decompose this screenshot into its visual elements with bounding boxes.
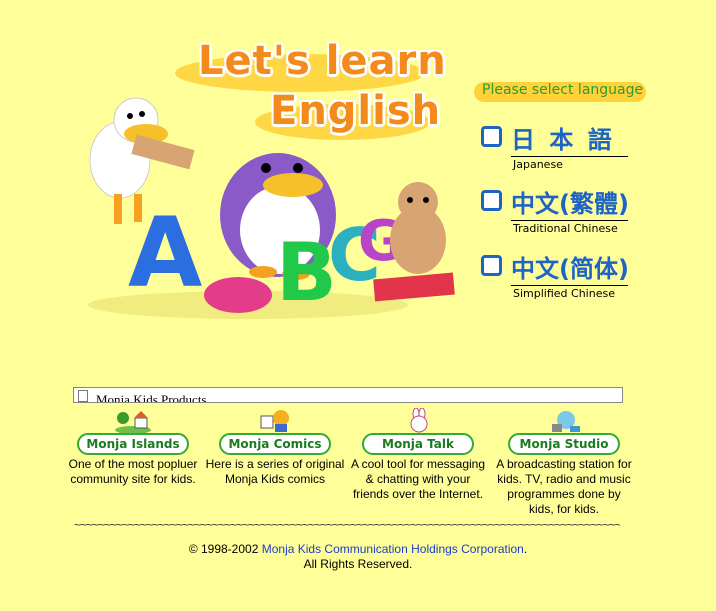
language-prompt: Please select language bbox=[482, 82, 644, 98]
svg-text:A: A bbox=[128, 197, 202, 309]
products-section-bar: Monja Kids Products bbox=[73, 387, 623, 403]
language-native-label[interactable]: 中文(简体) bbox=[511, 249, 629, 284]
company-link[interactable]: Monja Kids Communication Holdings Corpor… bbox=[262, 542, 524, 556]
document-icon bbox=[78, 390, 88, 402]
checkbox-icon[interactable] bbox=[481, 190, 502, 211]
product-name-pill[interactable]: Monja Islands bbox=[77, 433, 189, 455]
product-name-pill[interactable]: Monja Comics bbox=[219, 433, 331, 455]
copyright-text: © 1998-2002 bbox=[188, 542, 262, 556]
tilde-divider: ~~~~~~~~~~~~~~~~~~~~~~~~~~~~~~~~~~~~~~~~… bbox=[74, 518, 620, 532]
product-description: A cool tool for messaging & chatting wit… bbox=[350, 457, 486, 501]
language-english-label: Japanese bbox=[513, 158, 563, 171]
island-mascot-icon bbox=[115, 411, 151, 434]
language-english-label: Simplified Chinese bbox=[513, 287, 615, 300]
checkbox-icon[interactable] bbox=[481, 126, 502, 147]
product-name-pill[interactable]: Monja Studio bbox=[508, 433, 620, 455]
divider-line bbox=[511, 220, 628, 221]
studio-mascot-icon bbox=[552, 411, 580, 432]
product-description: Here is a series of original Monja Kids … bbox=[205, 457, 345, 486]
talk-mascot-icon bbox=[410, 408, 428, 433]
divider-line bbox=[511, 156, 628, 157]
language-native-label[interactable]: 中文(繁體) bbox=[511, 184, 629, 219]
language-native-label[interactable]: 日 本 語 bbox=[511, 120, 615, 155]
mascots-abc-illustration: A B C G bbox=[88, 97, 455, 319]
footer: © 1998-2002 Monja Kids Communication Hol… bbox=[98, 542, 618, 572]
checkbox-icon[interactable] bbox=[481, 255, 502, 276]
comics-mascot-icon bbox=[260, 410, 289, 432]
product-description: A broadcasting station for kids. TV, rad… bbox=[496, 457, 632, 516]
product-description: One of the most popluer community site f… bbox=[68, 457, 198, 486]
language-english-label: Traditional Chinese bbox=[513, 222, 618, 235]
copyright-period: . bbox=[523, 542, 528, 556]
product-name-pill[interactable]: Monja Talk bbox=[362, 433, 474, 455]
products-section-label: Monja Kids Products bbox=[96, 392, 207, 403]
page-title-line1: Let's learn bbox=[198, 38, 447, 84]
divider-line bbox=[511, 285, 628, 286]
rights-text: All Rights Reserved. bbox=[303, 557, 413, 571]
